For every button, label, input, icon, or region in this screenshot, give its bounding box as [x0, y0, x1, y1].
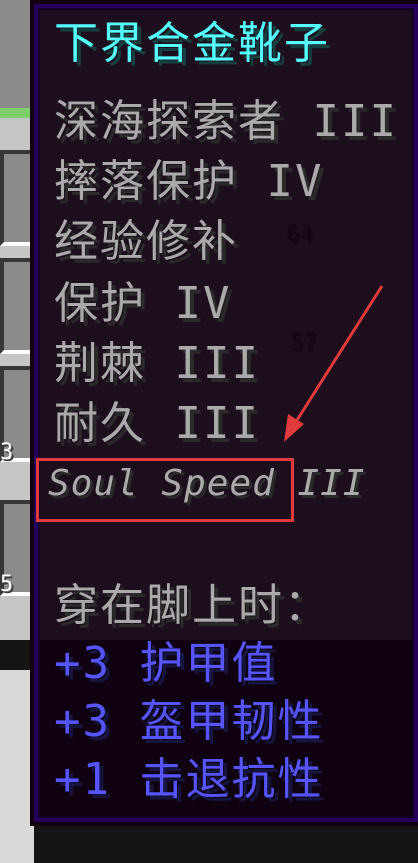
inventory-slot[interactable]	[0, 258, 36, 354]
enchantment-protection: 保护 IV	[54, 278, 232, 329]
enchantment-depth-strider: 深海探索者 III	[54, 96, 398, 147]
attribute-armor-toughness: +3 盔甲韧性	[54, 696, 324, 747]
slot-count: 5	[0, 572, 14, 597]
annotation-highlight-box	[36, 458, 294, 522]
enchantment-feather-falling: 摔落保护 IV	[54, 156, 324, 207]
item-name: 下界合金靴子	[54, 18, 330, 69]
attribute-armor: +3 护甲值	[54, 638, 278, 689]
enchantment-mending: 经验修补	[54, 216, 238, 267]
inventory-slot[interactable]	[0, 150, 36, 246]
enchantment-unbreaking: 耐久 III	[54, 398, 260, 449]
floor-block	[0, 670, 34, 863]
attribute-knockback-resistance: +1 击退抗性	[54, 754, 324, 805]
attributes-header: 穿在脚上时：	[54, 580, 330, 631]
slot-count: 3	[0, 440, 14, 465]
enchantment-thorns: 荆棘 III	[54, 338, 260, 389]
soul-speed-level: III	[297, 463, 366, 504]
